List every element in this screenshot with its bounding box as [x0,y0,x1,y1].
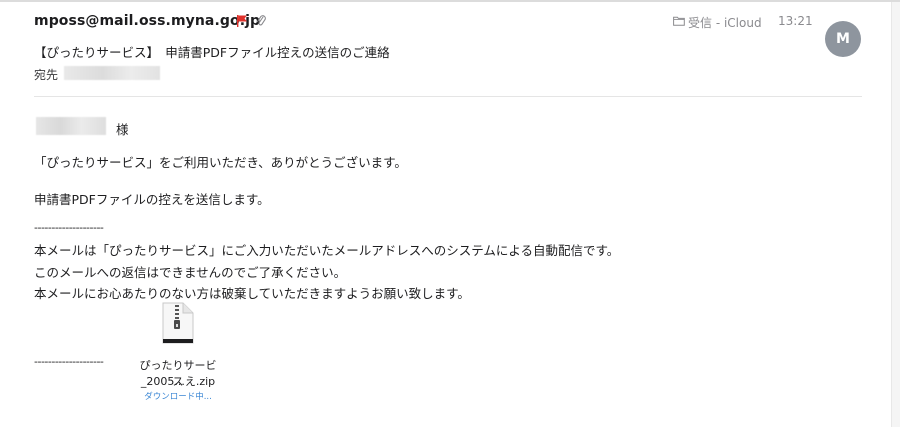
recipient-redacted [64,66,160,80]
to-label: 宛先 [34,68,59,82]
email-subject: 【ぴったりサービス】 申請書PDFファイル控えの送信のご連絡 [34,45,390,60]
folder-icon [673,16,685,26]
separator-bottom: -------------------- [34,355,104,368]
honorific: 様 [116,122,129,137]
paperclip-icon [257,15,266,26]
body-line-sending: 申請書PDFファイルの控えを送信します。 [34,192,270,207]
header-divider [34,96,862,97]
received-time: 13:21 [778,14,813,28]
flag-icon[interactable] [236,14,248,28]
body-note-noreply: このメールへの返信はできませんのでご了承ください。 [34,265,347,280]
addressee-redacted [36,117,106,135]
body-note-auto: 本メールは「ぴったりサービス」にご入力いただいたメールアドレスへのシステムによる… [34,243,620,258]
avatar[interactable]: M [825,21,861,57]
zip-file-icon[interactable] [160,302,194,344]
body-line-thanks: 「ぴったりサービス」をご利用いただき、ありがとうございます。 [34,155,407,170]
attachment-download-status: ダウンロード中... [144,392,212,402]
mailbox-label[interactable]: 受信 - iCloud [688,14,762,31]
window-top-border [0,0,900,2]
attachment-name-line2[interactable]: _2005...え.zip [136,373,220,389]
separator-top: -------------------- [34,221,104,234]
body-note-discard: 本メールにお心あたりのない方は破棄していただきますようお願い致します。 [34,286,470,301]
avatar-initial: M [836,31,850,47]
sender-address[interactable]: mposs@mail.oss.myna.go.jp [34,13,260,29]
scrollbar[interactable] [891,2,900,427]
